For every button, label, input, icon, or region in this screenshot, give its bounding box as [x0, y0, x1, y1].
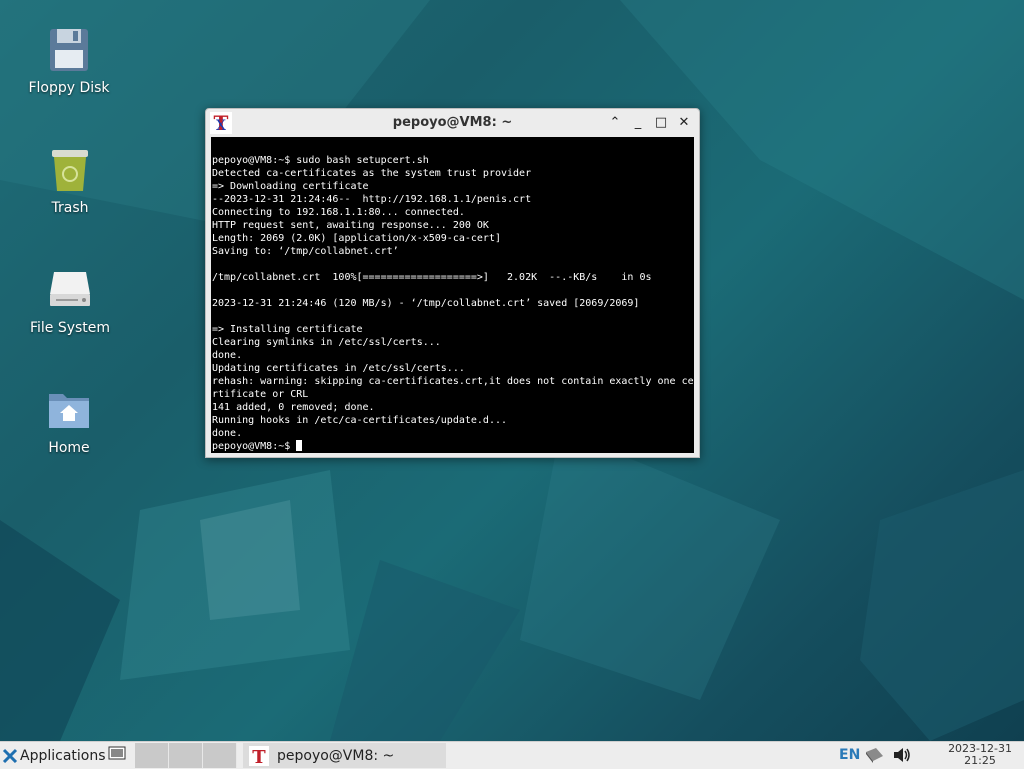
workspace-2[interactable]	[169, 743, 203, 768]
terminal-line: done.	[212, 428, 243, 439]
terminal-line: --2023-12-31 21:24:46-- http://192.168.1…	[212, 194, 532, 205]
svg-text:T: T	[252, 747, 266, 766]
show-desktop-button[interactable]	[108, 746, 126, 762]
removable-drive-tray[interactable]	[864, 746, 884, 768]
clock[interactable]: 2023-12-31 21:25	[948, 743, 1012, 767]
hard-drive-icon	[46, 266, 94, 314]
removable-drive-icon	[866, 748, 883, 763]
terminal-cursor	[296, 440, 303, 451]
desktop-icon-file-system[interactable]: File System	[10, 266, 130, 336]
terminal-line: pepoyo@VM8:~$ sudo bash setupcert.sh	[212, 155, 429, 166]
terminal-output[interactable]: pepoyo@VM8:~$ sudo bash setupcert.sh Det…	[211, 137, 694, 453]
desktop-icon	[108, 746, 126, 760]
terminal-line: => Installing certificate	[212, 324, 363, 335]
keyboard-layout-label: EN	[839, 747, 861, 763]
terminal-line: /tmp/collabnet.crt 100%[================…	[212, 272, 652, 283]
terminal-line: 141 added, 0 removed; done.	[212, 402, 375, 413]
terminal-prompt: pepoyo@VM8:~$	[212, 441, 297, 452]
taskbar: Applications T pepoyo@VM8: ~ EN 2023-12-…	[0, 741, 1024, 769]
taskbar-window-button[interactable]: T pepoyo@VM8: ~	[243, 743, 446, 768]
desktop-icon-home[interactable]: Home	[9, 386, 129, 456]
task-label: pepoyo@VM8: ~	[277, 747, 395, 764]
desktop-icon-label: Trash	[51, 200, 89, 216]
terminal-line: rehash: warning: skipping ca-certificate…	[212, 376, 694, 387]
minimize-icon: _	[634, 115, 642, 130]
desktop-icon-trash[interactable]: Trash	[10, 146, 130, 216]
desktop-icon-label: File System	[29, 320, 111, 336]
home-folder-icon	[45, 386, 93, 434]
desktop-icon-floppy-disk[interactable]: Floppy Disk	[9, 26, 129, 96]
applications-label: Applications	[20, 748, 106, 764]
window-titlebar[interactable]: TX pepoyo@VM8: ~ ⌃ _ □ ✕	[206, 109, 699, 137]
minimize-button[interactable]: _	[629, 114, 647, 132]
terminal-line: Length: 2069 (2.0K) [application/x-x509-…	[212, 233, 501, 244]
terminal-line: => Downloading certificate	[212, 181, 369, 192]
desktop-icon-label: Home	[48, 440, 90, 456]
trash-icon	[46, 146, 94, 194]
maximize-button[interactable]: □	[652, 114, 670, 132]
desktop-icon-label: Floppy Disk	[28, 80, 110, 96]
xfce-logo-icon	[2, 748, 18, 764]
keyboard-layout-indicator[interactable]: EN	[839, 747, 860, 763]
shade-button[interactable]: ⌃	[606, 114, 624, 132]
terminal-line: 2023-12-31 21:24:46 (120 MB/s) - ‘/tmp/c…	[212, 298, 640, 309]
terminal-line: done.	[212, 350, 243, 361]
terminal-window[interactable]: TX pepoyo@VM8: ~ ⌃ _ □ ✕ pepoyo@VM8:~$ s…	[205, 108, 700, 458]
terminal-app-icon: T	[249, 745, 269, 766]
clock-time: 21:25	[964, 754, 996, 767]
terminal-line: Updating certificates in /etc/ssl/certs.…	[212, 363, 465, 374]
terminal-line: Clearing symlinks in /etc/ssl/certs...	[212, 337, 441, 348]
terminal-line: Saving to: ‘/tmp/collabnet.crt’	[212, 246, 399, 257]
maximize-icon: □	[654, 115, 668, 130]
applications-menu-button[interactable]: Applications	[2, 745, 106, 767]
terminal-line: Detected ca-certificates as the system t…	[212, 168, 532, 179]
terminal-line: Connecting to 192.168.1.1:80... connecte…	[212, 207, 465, 218]
volume-control[interactable]	[892, 746, 912, 768]
window-title: pepoyo@VM8: ~	[392, 115, 513, 130]
terminal-line: HTTP request sent, awaiting response... …	[212, 220, 489, 231]
floppy-disk-icon	[45, 26, 93, 74]
close-button[interactable]: ✕	[675, 114, 693, 132]
chevron-up-icon: ⌃	[609, 115, 621, 130]
close-icon: ✕	[678, 115, 690, 130]
terminal-line: rtificate or CRL	[212, 389, 309, 400]
terminal-line: Running hooks in /etc/ca-certificates/up…	[212, 415, 508, 426]
workspace-3[interactable]	[203, 743, 237, 768]
workspace-1[interactable]	[135, 743, 169, 768]
volume-icon	[894, 748, 910, 762]
